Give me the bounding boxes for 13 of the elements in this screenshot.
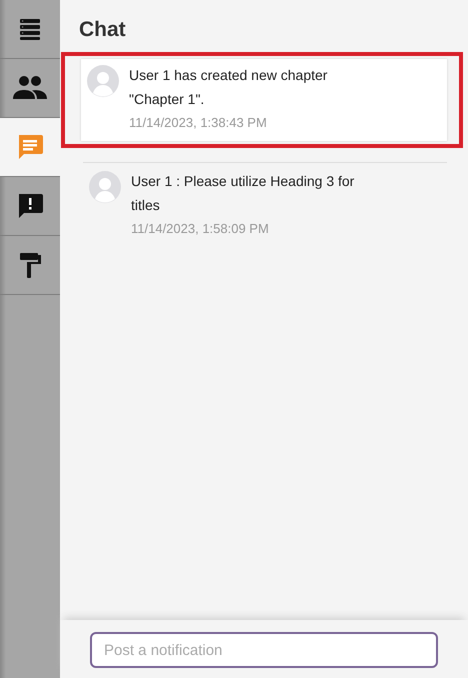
list-icon	[18, 17, 42, 41]
alert-message-icon	[16, 192, 44, 220]
message-time: 11/14/2023, 1:58:09 PM	[131, 220, 270, 238]
avatar-icon	[87, 65, 119, 97]
message-text: User 1 : Please utilize Heading 3 for titles	[131, 172, 356, 215]
panel-title: Chat	[78, 17, 127, 43]
paint-roller-icon	[18, 251, 42, 279]
people-icon	[12, 75, 48, 101]
message-time: 11/14/2023, 1:38:43 PM	[129, 114, 268, 132]
avatar-icon	[89, 171, 121, 203]
notification-input[interactable]: Post a notification	[90, 632, 438, 668]
chat-icon	[16, 133, 44, 161]
message-text: User 1 has created new chapter "Chapter 1".	[129, 66, 328, 109]
